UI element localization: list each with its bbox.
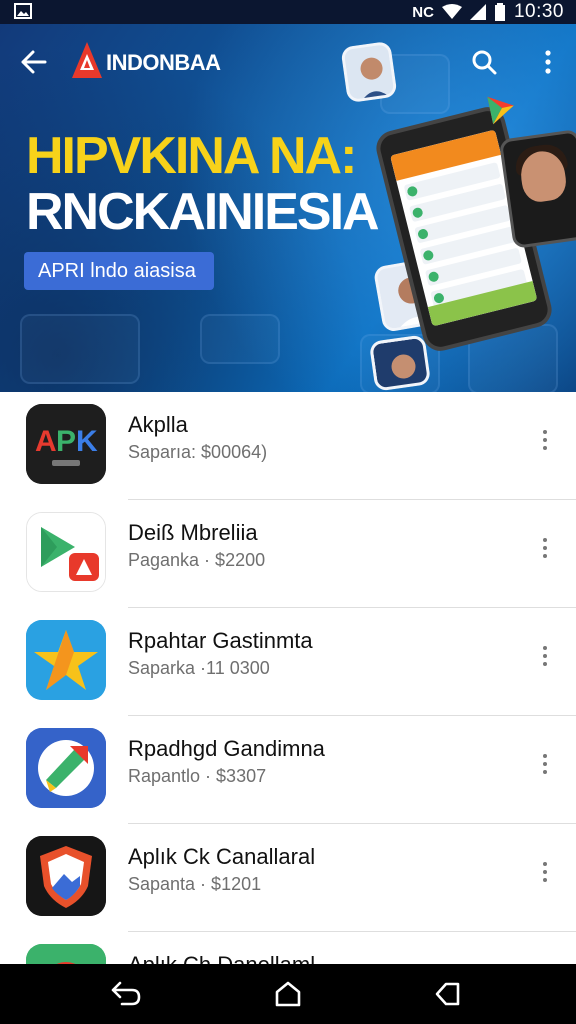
nav-recents-icon[interactable] (424, 974, 472, 1014)
avatar-card-top (340, 40, 398, 104)
more-vertical-icon[interactable] (530, 638, 560, 674)
more-vertical-icon[interactable] (530, 854, 560, 890)
system-nav-bar (0, 964, 576, 1024)
battery-icon (494, 3, 506, 21)
hero-banner: INDONBAA HIPVKINA NA: RNCKAINIESIA APRI … (0, 24, 576, 392)
banner-chip[interactable]: APRI lndo aiasisa (24, 252, 214, 290)
list-item[interactable]: Rpahtar Gastinmta Saparka ·11 0300 (0, 608, 576, 716)
shield-icon (26, 836, 106, 916)
list-item[interactable]: Deiß Mbreliia Paganka · $2200 (0, 500, 576, 608)
nav-back-icon[interactable] (102, 974, 150, 1014)
play-store-icon (26, 512, 106, 592)
search-icon[interactable] (464, 42, 504, 82)
status-time: 10:30 (513, 1, 564, 22)
list-item[interactable]: A P K Akplla Saparıa: $00064) (0, 392, 576, 500)
star-icon (26, 620, 106, 700)
green-app-icon (26, 944, 106, 964)
more-vertical-icon[interactable] (530, 746, 560, 782)
more-vertical-icon[interactable] (530, 530, 560, 566)
app-title: Rpahtar Gastinmta (128, 628, 313, 653)
app-title: Akplla (128, 412, 188, 437)
more-vertical-icon[interactable] (530, 42, 566, 82)
app-title: Aplık Ch Danellaml (128, 952, 315, 964)
more-vertical-icon[interactable] (530, 422, 560, 458)
svg-text:A: A (35, 425, 57, 458)
apk-icon: A P K (26, 404, 106, 484)
app-subtitle: Paganka · $2200 (128, 550, 266, 570)
brand-name: INDONBAA (106, 50, 221, 75)
status-bar: NC 10:30 (0, 0, 576, 24)
app-title: Deiß Mbreliia (128, 520, 258, 545)
nav-home-icon[interactable] (264, 974, 312, 1014)
app-title: Aplık Ck Canallaral (128, 844, 316, 869)
svg-text:K: K (76, 425, 98, 458)
app-bar: INDONBAA (0, 24, 576, 96)
list-item[interactable]: Aplık Ck Canallaral Sapanta · $1201 (0, 824, 576, 932)
banner-headline-line2: RNCKAINIESIA (26, 183, 380, 241)
avatar-card-bottom (368, 334, 432, 392)
app-subtitle: Sapanta · $1201 (128, 874, 262, 894)
gallery-icon (14, 3, 32, 19)
wifi-icon (441, 4, 462, 20)
arrow-badge-icon (26, 728, 106, 808)
list-item[interactable]: Aplık Ch Danellaml (0, 932, 576, 964)
app-title: Rpadhgd Gandimna (128, 736, 325, 761)
brand-logo (70, 40, 104, 80)
app-subtitle: Saparıa: $00064) (128, 442, 268, 462)
app-subtitle: Rapantlo · $3307 (128, 766, 267, 786)
app-subtitle: Saparka ·11 0300 (128, 658, 270, 678)
app-list: A P K Akplla Saparıa: $00064) Deiß Mbrel… (0, 392, 576, 964)
signal-icon (469, 4, 486, 20)
back-arrow-icon[interactable] (14, 42, 54, 82)
nfc-icon: NC (412, 3, 434, 21)
banner-headline-line1: HIPVKINA NA: (26, 127, 357, 185)
list-item[interactable]: Rpadhgd Gandimna Rapantlo · $3307 (0, 716, 576, 824)
svg-text:P: P (56, 425, 76, 458)
play-logo-icon (481, 87, 524, 130)
